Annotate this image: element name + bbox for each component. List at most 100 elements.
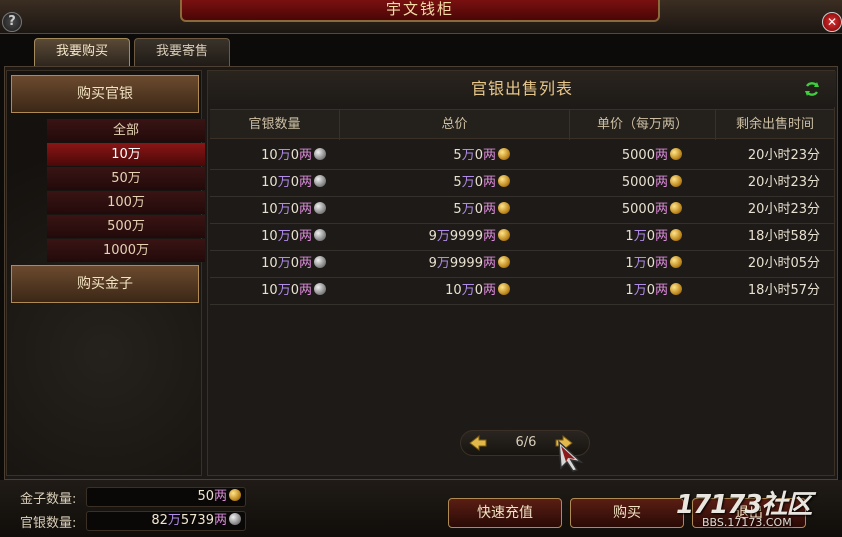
liang-unit: 两 xyxy=(654,256,668,271)
wan-unit: 万 xyxy=(436,256,450,271)
table-row[interactable]: 10万0两 5万0两 5000两 20小时23分 xyxy=(210,197,834,224)
sub-item-50wan[interactable]: 50万 xyxy=(47,167,205,190)
unit-price-value: 5000 xyxy=(621,175,655,190)
category-panel: 购买官银 全部 10万 50万 100万 500万 1000万 购买金子 xyxy=(6,70,205,476)
qty-rest-value: 0 xyxy=(290,148,299,163)
liang-unit: 两 xyxy=(213,489,227,504)
buy-button[interactable]: 购买 xyxy=(570,498,684,528)
liang-unit: 两 xyxy=(654,229,668,244)
quick-recharge-button[interactable]: 快速充值 xyxy=(448,498,562,528)
liang-unit: 两 xyxy=(654,175,668,190)
liang-unit: 两 xyxy=(482,202,496,217)
close-button[interactable]: ✕ xyxy=(822,12,842,32)
site-watermark: 17173社区 BBS.17173.COM xyxy=(676,484,840,536)
col-header-qty[interactable]: 官银数量 xyxy=(210,110,340,140)
total-wan-value: 5 xyxy=(453,175,462,190)
qty-wan-value: 10 xyxy=(261,229,278,244)
gold-coin-icon xyxy=(498,256,510,268)
sub-item-10wan[interactable]: 10万 xyxy=(47,143,205,166)
qty-rest-value: 0 xyxy=(290,283,299,298)
qty-rest-value: 0 xyxy=(290,229,299,244)
wan-unit: 万 xyxy=(633,229,647,244)
listing-table: 10万0两 5万0两 5000两 20小时23分 10万0两 5万0两 5000两 20小时2… xyxy=(210,143,834,305)
unit-rest-value: 0 xyxy=(646,229,655,244)
tab-consign[interactable]: 我要寄售 xyxy=(134,38,230,66)
liang-unit: 两 xyxy=(482,256,496,271)
col-header-total[interactable]: 总价 xyxy=(340,110,570,140)
buy-gold-button[interactable]: 购买金子 xyxy=(11,265,199,303)
liang-unit: 两 xyxy=(298,175,312,190)
total-rest-value: 0 xyxy=(474,148,483,163)
gold-coin-icon xyxy=(670,202,682,214)
table-row[interactable]: 10万0两 5万0两 5000两 20小时23分 xyxy=(210,170,834,197)
mouse-cursor-icon xyxy=(558,440,584,472)
liang-unit: 两 xyxy=(298,229,312,244)
wan-unit: 万 xyxy=(461,202,475,217)
remaining-time-cell: 20小时23分 xyxy=(716,143,834,169)
unit-rest-value: 0 xyxy=(646,283,655,298)
remaining-time-cell: 20小时05分 xyxy=(716,251,834,277)
wan-unit: 万 xyxy=(633,283,647,298)
remaining-time-cell: 20小时23分 xyxy=(716,197,834,223)
col-header-time[interactable]: 剩余出售时间 xyxy=(716,110,834,140)
refresh-icon[interactable] xyxy=(804,81,820,97)
silver-coin-icon xyxy=(314,256,326,268)
silver-amount-wan-value: 82 xyxy=(151,513,168,528)
gold-amount-value: 50 xyxy=(197,489,214,504)
wan-unit: 万 xyxy=(461,175,475,190)
sub-item-1000wan[interactable]: 1000万 xyxy=(47,239,205,262)
table-row[interactable]: 10万0两 10万0两 1万0两 18小时57分 xyxy=(210,278,834,305)
total-wan-value: 9 xyxy=(428,229,437,244)
total-rest-value: 0 xyxy=(474,283,483,298)
help-button[interactable]: ? xyxy=(2,12,22,32)
qty-cell: 10万0两 xyxy=(210,224,340,250)
gold-coin-icon xyxy=(670,256,682,268)
gold-coin-icon xyxy=(670,148,682,160)
unit-price-value: 5000 xyxy=(621,148,655,163)
remaining-time-cell: 18小时57分 xyxy=(716,278,834,304)
unit-price-cell: 5000两 xyxy=(570,197,716,223)
silver-coin-icon xyxy=(314,283,326,295)
gold-amount-label: 金子数量: xyxy=(20,492,77,507)
wan-unit: 万 xyxy=(436,229,450,244)
total-rest-value: 0 xyxy=(474,175,483,190)
total-price-cell: 5万0两 xyxy=(340,197,570,223)
qty-cell: 10万0两 xyxy=(210,143,340,169)
wan-unit: 万 xyxy=(277,283,291,298)
qty-wan-value: 10 xyxy=(261,175,278,190)
gold-coin-icon xyxy=(498,175,510,187)
wan-unit: 万 xyxy=(277,175,291,190)
watermark-site: BBS.17173.COM xyxy=(702,516,792,529)
sub-item-100wan[interactable]: 100万 xyxy=(47,191,205,214)
col-header-unit[interactable]: 单价（每万两） xyxy=(570,110,716,140)
wan-unit: 万 xyxy=(277,229,291,244)
sub-item-500wan[interactable]: 500万 xyxy=(47,215,205,238)
total-price-cell: 9万9999两 xyxy=(340,251,570,277)
liang-unit: 两 xyxy=(482,283,496,298)
tab-buy[interactable]: 我要购买 xyxy=(34,38,130,66)
unit-price-value: 1 xyxy=(625,256,634,271)
sub-item-all[interactable]: 全部 xyxy=(47,119,205,142)
remaining-time-value: 20小时23分 xyxy=(747,175,820,190)
total-price-cell: 5万0两 xyxy=(340,170,570,196)
liang-unit: 两 xyxy=(654,148,668,163)
table-row[interactable]: 10万0两 9万9999两 1万0两 18小时58分 xyxy=(210,224,834,251)
table-row[interactable]: 10万0两 5万0两 5000两 20小时23分 xyxy=(210,143,834,170)
liang-unit: 两 xyxy=(213,513,227,528)
listing-panel: 官银出售列表 官银数量 总价 单价（每万两） 剩余出售时间 10万0两 5万0两 5… xyxy=(207,70,836,476)
tab-bar: 我要购买 我要寄售 xyxy=(34,38,230,66)
gold-coin-icon xyxy=(670,175,682,187)
gold-coin-icon xyxy=(670,229,682,241)
table-header: 官银数量 总价 单价（每万两） 剩余出售时间 xyxy=(210,109,834,140)
wan-unit: 万 xyxy=(277,256,291,271)
table-row[interactable]: 10万0两 9万9999两 1万0两 20小时05分 xyxy=(210,251,834,278)
remaining-time-cell: 20小时23分 xyxy=(716,170,834,196)
liang-unit: 两 xyxy=(654,202,668,217)
total-rest-value: 0 xyxy=(474,202,483,217)
buy-silver-button[interactable]: 购买官银 xyxy=(11,75,199,113)
gold-coin-icon xyxy=(498,229,510,241)
silver-amount-field: 82万5739两 xyxy=(86,511,246,531)
remaining-time-value: 18小时58分 xyxy=(747,229,820,244)
total-wan-value: 10 xyxy=(445,283,462,298)
gold-coin-icon xyxy=(498,202,510,214)
